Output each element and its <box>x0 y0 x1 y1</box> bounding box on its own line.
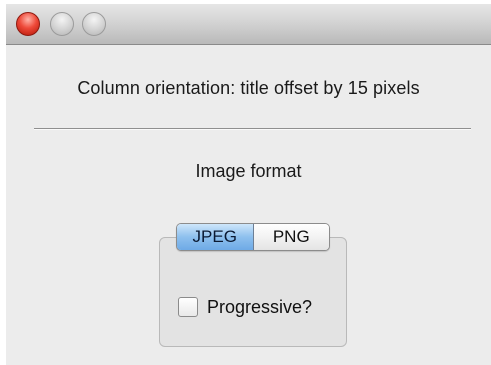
format-option-png[interactable]: PNG <box>253 224 329 250</box>
progressive-checkbox-row[interactable]: Progressive? <box>178 295 312 319</box>
title-bar <box>6 4 491 45</box>
separator <box>34 128 471 130</box>
progressive-checkbox[interactable] <box>178 297 198 317</box>
minimize-icon[interactable] <box>50 12 74 36</box>
heading-text: Column orientation: title offset by 15 p… <box>77 78 420 98</box>
zoom-icon[interactable] <box>82 12 106 36</box>
close-icon[interactable] <box>16 12 40 36</box>
image-format-label: Image format <box>195 161 302 181</box>
format-option-jpeg[interactable]: JPEG <box>177 224 254 250</box>
dialog-window: Column orientation: title offset by 15 p… <box>6 4 491 365</box>
format-segmented-control: JPEG PNG <box>176 223 330 251</box>
image-format-group <box>159 237 347 347</box>
progressive-checkbox-label: Progressive? <box>207 296 313 317</box>
